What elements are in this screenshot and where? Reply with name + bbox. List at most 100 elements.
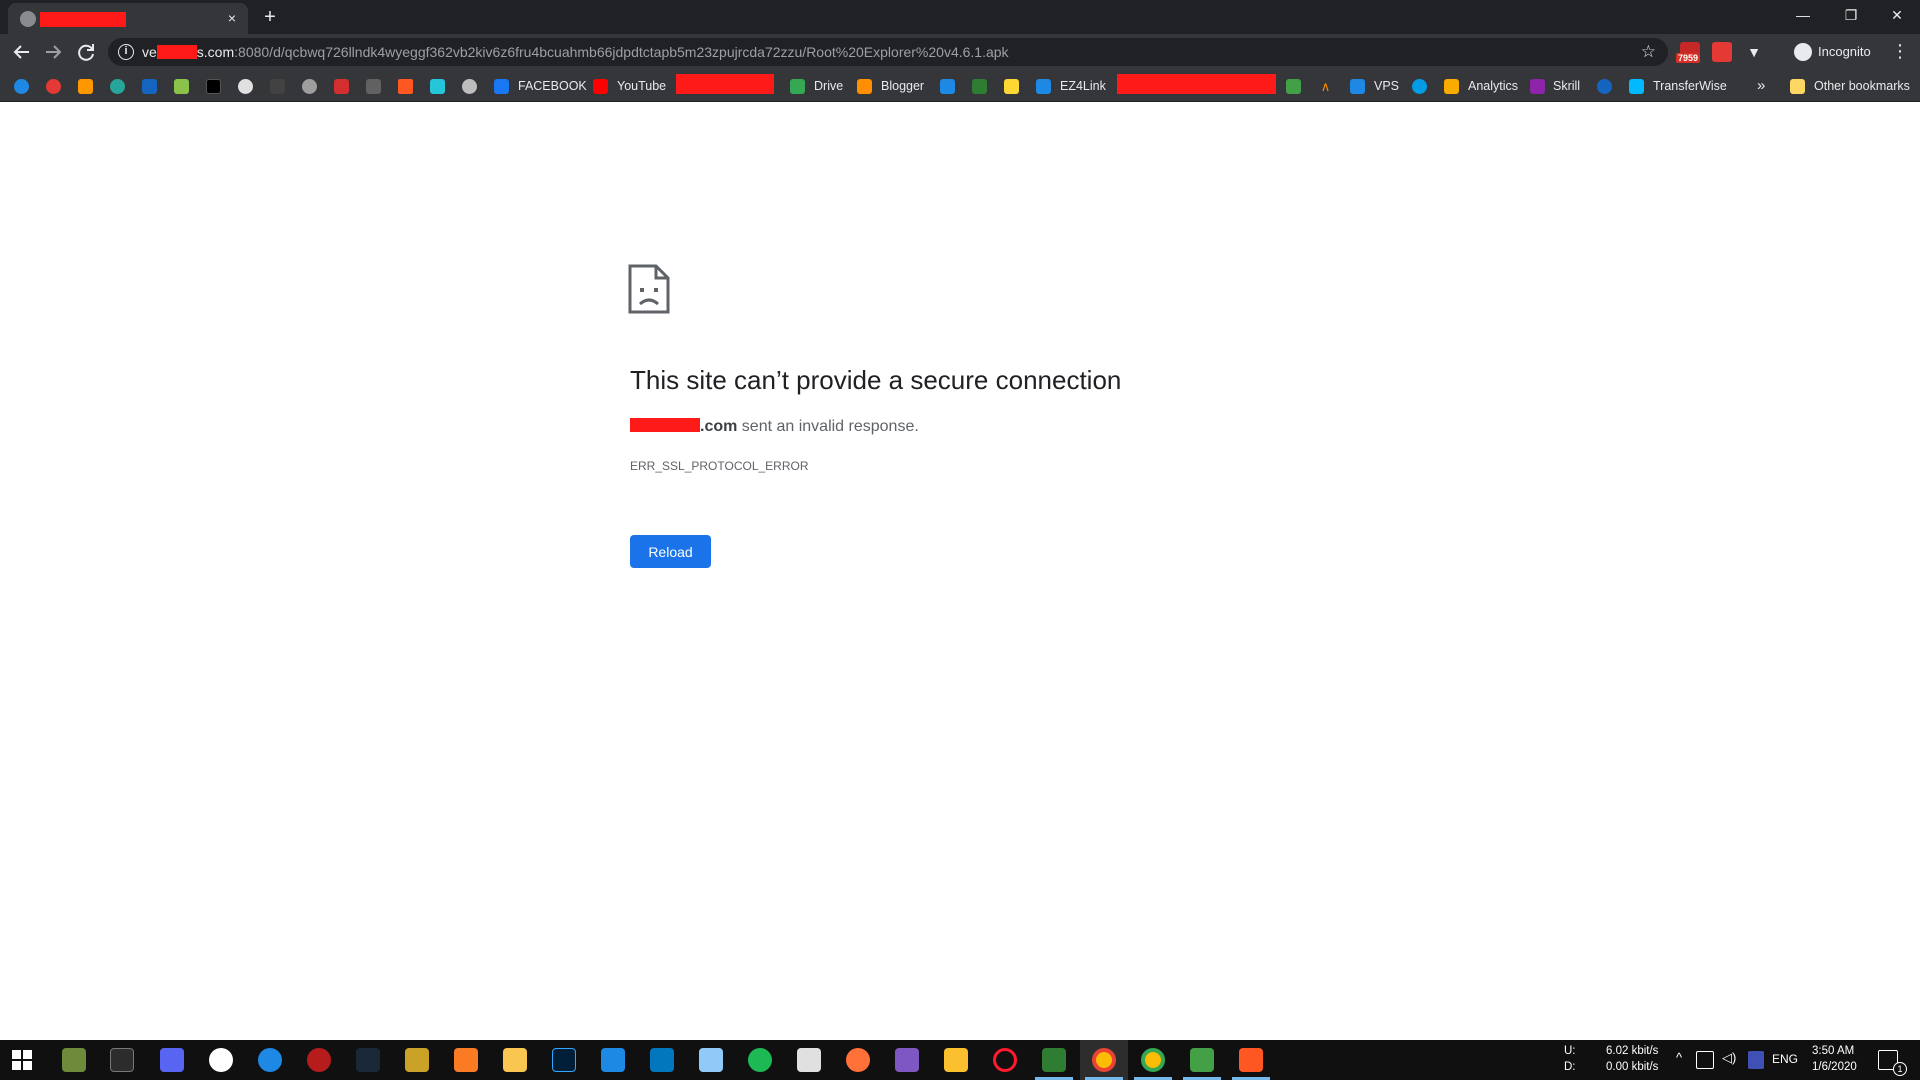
umbrella-app-icon[interactable] [650,1048,674,1072]
blue-app-icon[interactable] [258,1048,282,1072]
clock-date: 1/6/2020 [1812,1061,1857,1073]
bookmark-youtube[interactable]: YouTube [617,77,666,95]
chrome-icon[interactable] [1092,1048,1116,1072]
spreadsheet-app-icon[interactable] [1042,1048,1066,1072]
notes-icon[interactable] [699,1048,723,1072]
address-url[interactable]: ve s.com:8080/d/qcbwq726llndk4wyeggf362vb… [142,44,1009,60]
bookmark-transferwise[interactable]: TransferWise [1653,77,1727,95]
bookmark-16-icon[interactable] [270,79,285,94]
red-app-icon[interactable] [307,1048,331,1072]
player-app-icon[interactable] [1239,1048,1263,1072]
reload-toolbar-button[interactable] [74,40,98,64]
extension-badge: 7959 [1676,53,1701,63]
bookmark-pm-icon[interactable] [238,79,253,94]
bookmark-drive[interactable]: Drive [814,77,843,95]
wordpress-icon[interactable] [209,1048,233,1072]
photoshop-icon[interactable] [552,1048,576,1072]
keyboard-layout-icon[interactable] [1748,1051,1764,1069]
volume-icon[interactable]: ◁) [1722,1050,1736,1070]
bookmark-racing-icon[interactable] [334,79,349,94]
bookmark-z-icon[interactable] [14,79,29,94]
bookmark-paypal-icon[interactable] [142,79,157,94]
address-bar[interactable]: i ve s.com:8080/d/qcbwq726llndk4wyeggf362… [108,38,1668,66]
reload-button[interactable]: Reload [630,535,711,568]
bookmark-ad-icon[interactable] [1286,79,1301,94]
bookmark-boat-icon[interactable] [940,79,955,94]
incognito-indicator[interactable]: Incognito [1788,38,1881,66]
reload-icon [78,44,94,61]
bookmark-target-icon[interactable] [46,79,61,94]
purple-app-icon[interactable] [895,1048,919,1072]
opera-icon[interactable] [993,1048,1017,1072]
tab-strip: × + — ❐ ✕ [0,0,1920,34]
error-description: .com sent an invalid response. [630,418,919,436]
info-icon[interactable]: i [118,44,134,60]
show-hidden-icons-icon[interactable]: ^ [1676,1050,1682,1070]
bookmark-pen-icon[interactable] [1004,79,1019,94]
other-bookmarks[interactable]: Other bookmarks [1814,77,1910,95]
bookmark-refresh-icon[interactable] [1412,79,1427,94]
bookmarks-overflow-button[interactable]: » [1757,77,1765,95]
blogger-icon [857,79,872,94]
spotify-icon[interactable] [748,1048,772,1072]
restore-button[interactable]: ❐ [1828,0,1874,30]
extension-shield-icon[interactable]: ▼ [1744,42,1764,62]
bookmark-star-icon[interactable]: ☆ [1641,42,1656,62]
minimize-button[interactable]: — [1780,0,1826,30]
host-redaction [630,418,700,432]
s-app-icon[interactable] [601,1048,625,1072]
discord-icon[interactable] [160,1048,184,1072]
bookmark-dark-icon[interactable] [206,79,221,94]
bookmark-excel-icon[interactable] [972,79,987,94]
package-app-icon[interactable] [1190,1048,1214,1072]
xampp-icon[interactable] [454,1048,478,1072]
notification-count: 1 [1893,1062,1907,1076]
linux-app-icon[interactable] [944,1048,968,1072]
facebook-icon [494,79,509,94]
bookmark-android-icon[interactable] [174,79,189,94]
bookmark-ez4link[interactable]: EZ4Link [1060,77,1106,95]
bookmark-play-icon[interactable] [398,79,413,94]
bookmark-caret-icon[interactable]: ∧ [1318,79,1333,94]
forward-button[interactable] [41,40,65,64]
bookmark-globe-icon[interactable] [302,79,317,94]
bookmark-earth-icon[interactable] [1597,79,1612,94]
bookmark-web-icon[interactable] [462,79,477,94]
back-arrow-icon [13,45,29,59]
league-icon[interactable] [405,1048,429,1072]
url-path: :8080/d/qcbwq726llndk4wyeggf362vb2kiv6z6… [234,44,1009,60]
bookmark-blogger[interactable]: Blogger [881,77,924,95]
error-host: .com [700,418,738,435]
calculator-icon[interactable] [797,1048,821,1072]
bookmark-grid-icon[interactable] [366,79,381,94]
chrome-incognito-icon[interactable] [1141,1048,1165,1072]
windows-start-icon[interactable] [12,1050,32,1070]
bookmark-cloud-icon[interactable] [110,79,125,94]
browser-tab[interactable]: × [8,3,248,34]
bookmark-skrill[interactable]: Skrill [1553,77,1580,95]
tab-close-button[interactable]: × [223,9,241,27]
firefox-icon[interactable] [846,1048,870,1072]
clock[interactable]: 3:50 AM 1/6/2020 [1806,1040,1866,1080]
bookmark-vps[interactable]: VPS [1374,77,1399,95]
url-redaction [156,45,197,59]
minecraft-icon[interactable] [62,1048,86,1072]
steam-icon[interactable] [356,1048,380,1072]
drive-icon [790,79,805,94]
file-explorer-icon[interactable] [503,1048,527,1072]
extension-red-icon[interactable] [1712,42,1732,62]
network-icon[interactable] [1696,1051,1714,1069]
error-description-text: sent an invalid response. [737,418,919,435]
new-tab-button[interactable]: + [259,6,281,28]
bookmark-analytics[interactable]: Analytics [1468,77,1518,95]
bookmark-facebook[interactable]: FACEBOOK [518,77,587,95]
close-window-button[interactable]: ✕ [1874,0,1920,30]
input-language[interactable]: ENG [1772,1052,1798,1070]
bookmark-cube-icon[interactable] [430,79,445,94]
terminal-icon[interactable] [110,1048,134,1072]
windows-taskbar: U: D: 6.02 kbit/s 0.00 kbit/s ^ ◁) ENG 3… [0,1040,1920,1080]
bookmark-s-icon[interactable] [78,79,93,94]
browser-toolbar: i ve s.com:8080/d/qcbwq726llndk4wyeggf362… [0,34,1920,70]
back-button[interactable] [10,40,34,64]
chrome-menu-icon[interactable]: ⋮ [1890,41,1910,62]
